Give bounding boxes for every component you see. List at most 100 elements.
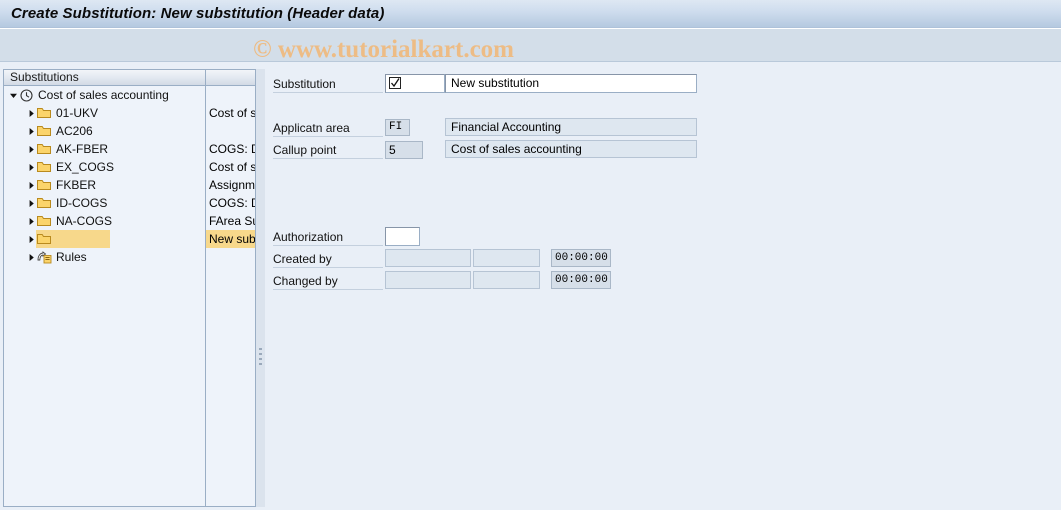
tree-row[interactable]: FKBER Assignme [4, 176, 255, 194]
label-changed-by: Changed by [273, 273, 383, 290]
label-authorization: Authorization [273, 229, 383, 246]
panel-splitter[interactable] [256, 69, 265, 507]
tree-row[interactable]: AC206 [4, 122, 255, 140]
tree-node-content[interactable]: AK-FBER [36, 140, 108, 158]
folder-icon [36, 230, 52, 248]
content-area: Substitutions Cost of sales accounting 01… [0, 62, 1061, 510]
callup-point-code-field: 5 [385, 141, 423, 159]
tree-row[interactable]: EX_COGS Cost of sa [4, 158, 255, 176]
chevron-right-icon[interactable] [26, 212, 36, 230]
tree-row-description-cell: Cost of sa [209, 106, 255, 120]
application-area-code-field: FI [385, 119, 410, 136]
created-by-date-field [473, 249, 540, 267]
tree-row[interactable]: 01-UKV Cost of sa [4, 104, 255, 122]
substitutions-tree-panel: Substitutions Cost of sales accounting 01… [3, 69, 256, 507]
tree-row-label-cell[interactable]: AK-FBER [4, 140, 206, 158]
tree-row-description-cell: COGS: De [209, 196, 255, 210]
tree-row-description-cell [206, 86, 255, 104]
chevron-right-icon[interactable] [26, 104, 36, 122]
created-by-user-field [385, 249, 471, 267]
tree-node-content[interactable]: 01-UKV [36, 104, 98, 122]
tree-row[interactable]: NA-COGS FArea Su [4, 212, 255, 230]
tree-node-label: NA-COGS [56, 214, 113, 228]
tree-node-content[interactable]: ID-COGS [36, 194, 107, 212]
chevron-right-icon[interactable] [26, 158, 36, 176]
tree-column-header-description[interactable] [206, 70, 255, 86]
tree-row[interactable]: Cost of sales accounting [4, 86, 255, 104]
tree-row-label-cell[interactable] [4, 230, 206, 248]
tree-rows-container: Cost of sales accounting 01-UKV Cost of sa… [4, 86, 255, 266]
checkbox-checked-icon [389, 77, 401, 89]
tree-node-label: FKBER [56, 178, 97, 192]
tree-node-label: Cost of sales accounting [38, 88, 169, 102]
tree-row-label-cell[interactable]: ID-COGS [4, 194, 206, 212]
rules-icon [36, 248, 52, 266]
chevron-right-icon[interactable] [26, 248, 36, 266]
tree-node-content[interactable]: EX_COGS [36, 158, 114, 176]
callup-point-text-field: Cost of sales accounting [445, 140, 697, 158]
chevron-right-icon[interactable] [26, 140, 36, 158]
chevron-right-icon[interactable] [26, 176, 36, 194]
chevron-right-icon[interactable] [26, 194, 36, 212]
folder-icon [36, 194, 52, 212]
folder-icon [36, 140, 52, 158]
label-application-area: Applicatn area [273, 120, 383, 137]
tree-column-header-substitutions[interactable]: Substitutions [4, 70, 206, 86]
splitter-grip-icon[interactable] [259, 348, 262, 370]
tree-node-label: AK-FBER [56, 142, 109, 156]
tree-row[interactable]: New subs [4, 230, 255, 248]
substitution-key-input[interactable] [385, 74, 445, 93]
created-by-time-field: 00:00:00 [551, 249, 611, 267]
tree-row-label-cell[interactable]: NA-COGS [4, 212, 206, 230]
tree-row-label-cell[interactable]: FKBER [4, 176, 206, 194]
tree-row-label-cell[interactable]: EX_COGS [4, 158, 206, 176]
tree-node-content[interactable]: Rules [36, 248, 87, 266]
tree-row-description-cell: New subs [206, 230, 255, 248]
tree-node-label: EX_COGS [56, 160, 115, 174]
tree-header-row: Substitutions [4, 70, 255, 86]
changed-by-time-field: 00:00:00 [551, 271, 611, 289]
tree-node-content[interactable]: AC206 [36, 122, 93, 140]
tree-row-label-cell[interactable]: 01-UKV [4, 104, 206, 122]
folder-icon [36, 158, 52, 176]
tree-row-label-cell[interactable]: Rules [4, 248, 206, 266]
substitution-text-input[interactable]: New substitution [445, 74, 697, 93]
tree-node-content[interactable]: Cost of sales accounting [18, 86, 169, 104]
tree-row-label-cell[interactable]: Cost of sales accounting [4, 86, 206, 104]
tree-node-label: ID-COGS [56, 196, 108, 210]
chevron-down-icon[interactable] [8, 86, 18, 104]
chevron-right-icon[interactable] [26, 230, 36, 248]
changed-by-date-field [473, 271, 540, 289]
tree-row-description-cell [206, 248, 255, 266]
tree-node-label: Rules [56, 250, 87, 264]
folder-icon [36, 176, 52, 194]
tree-body: Cost of sales accounting 01-UKV Cost of sa… [4, 86, 255, 506]
tree-row[interactable]: AK-FBER COGS: De [4, 140, 255, 158]
authorization-input[interactable] [385, 227, 420, 246]
clock-icon [18, 86, 34, 104]
tree-row[interactable]: Rules [4, 248, 255, 266]
folder-icon [36, 122, 52, 140]
application-toolbar [0, 29, 1061, 62]
tree-node-content[interactable]: FKBER [36, 176, 96, 194]
tree-node-label: 01-UKV [56, 106, 99, 120]
folder-icon [36, 104, 52, 122]
label-callup-point: Callup point [273, 142, 383, 159]
window-title-bar: Create Substitution: New substitution (H… [0, 0, 1061, 29]
tree-row-description-cell: Cost of sa [209, 160, 255, 174]
chevron-right-icon[interactable] [26, 122, 36, 140]
label-substitution: Substitution [273, 76, 383, 93]
tree-row[interactable]: ID-COGS COGS: De [4, 194, 255, 212]
tree-node-content[interactable]: NA-COGS [36, 212, 112, 230]
tree-row-label-cell[interactable]: AC206 [4, 122, 206, 140]
tree-node-content[interactable] [36, 230, 110, 248]
tree-row-description-cell: FArea Su [209, 214, 255, 228]
